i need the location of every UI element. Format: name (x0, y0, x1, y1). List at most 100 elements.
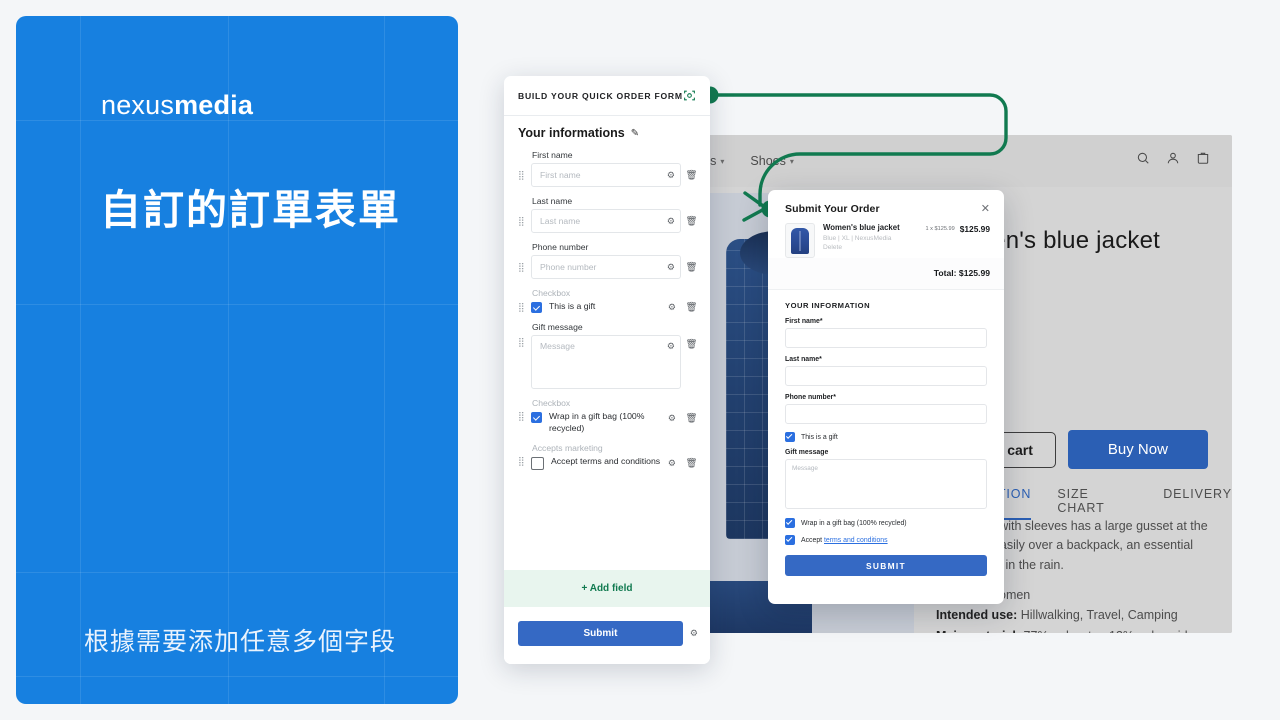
trash-icon[interactable]: 🗑 (685, 458, 698, 469)
trash-icon[interactable]: 🗑 (685, 170, 698, 181)
cart-item-name: Women's blue jacket (823, 223, 900, 232)
brand-logo-bold: media (174, 90, 254, 120)
cart-total: Total: $125.99 (768, 258, 1004, 290)
submit-order-modal: Submit Your Order ✕ Women's blue jacket … (768, 190, 1004, 604)
drag-handle-icon[interactable]: ⣿ (518, 412, 527, 421)
form-builder-panel: BUILD YOUR QUICK ORDER FORM Your informa… (504, 76, 710, 664)
spec-value: 77% polyester, 13% polyamide (1024, 629, 1195, 634)
gear-icon[interactable]: ⚙ (667, 170, 675, 181)
field-row: ⣿ Last name ⚙ 🗑 (518, 209, 698, 233)
nav-item-shoes[interactable]: Shoes ▾ (750, 154, 793, 168)
gear-icon[interactable]: ⚙ (690, 628, 698, 639)
last-name-input[interactable]: Last name ⚙ (531, 209, 681, 233)
terms-link[interactable]: terms and conditions (824, 537, 888, 544)
screenshot-stage: nexusmedia 自訂的訂單表單 根據需要添加任意多個字段 Clothes … (0, 0, 1280, 720)
builder-field: Checkbox ⣿ Wrap in a gift bag (100% recy… (504, 398, 710, 434)
terms-checkbox[interactable] (531, 457, 544, 471)
tab-size-chart[interactable]: SIZE CHART (1057, 487, 1137, 520)
field-placeholder: Message (540, 341, 575, 351)
gear-icon[interactable]: ⚙ (668, 302, 676, 313)
spec-key: Main material: (936, 629, 1020, 634)
modal-terms-checkbox-row[interactable]: Accept terms and conditions (785, 535, 987, 545)
phone-number-input[interactable]: Phone number ⚙ (531, 255, 681, 279)
drag-handle-icon[interactable]: ⣿ (518, 170, 527, 179)
modal-submit-button[interactable]: SUBMIT (785, 555, 987, 576)
gear-icon[interactable]: ⚙ (667, 341, 675, 352)
cart-item-meta: Blue | XL | NexusMedia (823, 235, 892, 242)
drag-handle-icon[interactable]: ⣿ (518, 302, 527, 311)
brand-logo: nexusmedia (101, 90, 253, 121)
drag-handle-icon[interactable]: ⣿ (518, 457, 527, 466)
cart-icon[interactable] (1196, 151, 1210, 165)
modal-gift-checkbox[interactable] (785, 432, 795, 442)
modal-title: Submit Your Order (785, 202, 880, 215)
field-row: ⣿ This is a gift ⚙ 🗑 (518, 301, 698, 313)
field-placeholder: First name (540, 170, 581, 180)
field-label: Phone number (532, 242, 589, 252)
drag-handle-icon[interactable]: ⣿ (518, 338, 527, 347)
builder-field: Accepts marketing ⣿ Accept terms and con… (504, 443, 710, 471)
terms-checkbox-row[interactable]: Accept terms and conditions (531, 456, 664, 471)
field-label: Gift message (532, 322, 583, 332)
gift-checkbox-row[interactable]: This is a gift (531, 301, 664, 313)
field-placeholder: Phone number (540, 262, 597, 272)
cart-item-unit-price: 1 x $125.99 (925, 226, 955, 232)
gear-icon[interactable]: ⚙ (668, 413, 676, 424)
modal-gift-label: This is a gift (801, 433, 838, 441)
builder-field: Gift message ⣿ Message ⚙ 🗑 (504, 322, 710, 389)
modal-wrap-checkbox-row[interactable]: Wrap in a gift bag (100% recycled) (785, 518, 987, 528)
checkbox-label: This is a gift (549, 301, 596, 311)
gear-icon[interactable]: ⚙ (667, 262, 675, 273)
brand-logo-thin: nexus (101, 90, 175, 120)
builder-submit-button[interactable]: Submit (518, 621, 683, 646)
wrap-gift-checkbox[interactable] (531, 412, 542, 423)
scan-target-icon[interactable] (683, 89, 696, 102)
gear-icon[interactable]: ⚙ (668, 458, 676, 469)
trash-icon[interactable]: 🗑 (685, 302, 698, 313)
accept-prefix: Accept (801, 536, 823, 544)
field-row: ⣿ Message ⚙ 🗑 (518, 335, 698, 389)
shop-navbar: Clothes ▾ Shoes ▾ (648, 135, 1232, 187)
modal-form: YOUR INFORMATION First name* Last name* … (768, 290, 1004, 576)
spec-row: Intended use: Hillwalking, Travel, Campi… (936, 605, 1218, 625)
first-name-input[interactable]: First name ⚙ (531, 163, 681, 187)
drag-handle-icon[interactable]: ⣿ (518, 216, 527, 225)
buy-now-button[interactable]: Buy Now (1067, 430, 1208, 469)
modal-terms-label: Accept terms and conditions (801, 537, 888, 544)
modal-gift-checkbox-row[interactable]: This is a gift (785, 432, 987, 442)
modal-terms-checkbox[interactable] (785, 535, 795, 545)
drag-handle-icon[interactable]: ⣿ (518, 262, 527, 271)
trash-icon[interactable]: 🗑 (685, 216, 698, 227)
grid-line (16, 304, 458, 305)
trash-icon[interactable]: 🗑 (685, 413, 698, 424)
modal-first-name-input[interactable] (785, 328, 987, 348)
wrap-gift-checkbox-row[interactable]: Wrap in a gift bag (100% recycled) (531, 411, 664, 434)
product-thumbnail (785, 223, 815, 258)
pencil-icon[interactable]: ✎ (631, 128, 639, 139)
field-row: ⣿ Accept terms and conditions ⚙ 🗑 (518, 456, 698, 471)
trash-icon[interactable]: 🗑 (685, 262, 698, 273)
modal-last-name-input[interactable] (785, 366, 987, 386)
modal-wrap-label: Wrap in a gift bag (100% recycled) (801, 519, 907, 527)
modal-phone-input[interactable] (785, 404, 987, 424)
modal-header: Submit Your Order ✕ (768, 190, 1004, 216)
gift-message-textarea[interactable]: Message ⚙ (531, 335, 681, 389)
gift-checkbox[interactable] (531, 302, 542, 313)
modal-gift-message-textarea[interactable]: Message (785, 459, 987, 509)
builder-footer: Submit ⚙ (504, 607, 710, 664)
jacket-thumb-image (791, 228, 809, 254)
add-field-button[interactable]: + Add field (504, 570, 710, 607)
trash-icon[interactable]: 🗑 (685, 339, 698, 350)
modal-gift-message-label: Gift message (785, 449, 829, 456)
modal-wrap-checkbox[interactable] (785, 518, 795, 528)
grid-line (16, 676, 458, 677)
close-icon[interactable]: ✕ (981, 202, 990, 215)
tab-delivery[interactable]: DELIVERY (1163, 487, 1232, 520)
gear-icon[interactable]: ⚙ (667, 216, 675, 227)
search-icon[interactable] (1136, 151, 1150, 165)
cart-item-delete-link[interactable]: Delete (823, 244, 917, 251)
modal-cart-row: Women's blue jacket Blue | XL | NexusMed… (768, 215, 1004, 258)
account-icon[interactable] (1166, 151, 1180, 165)
promo-headline: 自訂的訂單表單 (100, 187, 401, 233)
checkbox-label: Wrap in a gift bag (100% recycled) (549, 411, 645, 433)
